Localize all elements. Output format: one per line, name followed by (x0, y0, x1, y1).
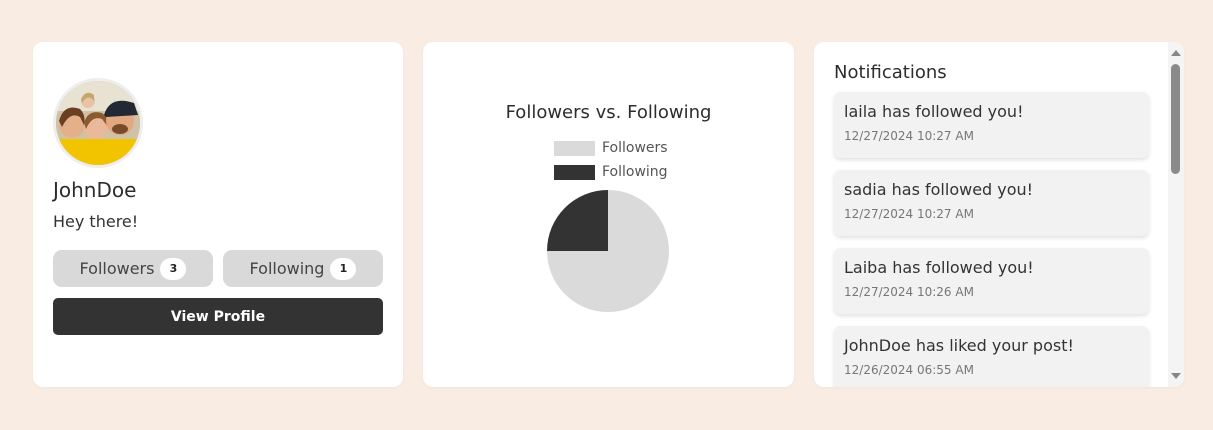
scroll-up-arrow-icon[interactable] (1171, 50, 1181, 56)
scrollbar-thumb[interactable] (1171, 64, 1180, 174)
notification-text: laila has followed you! (844, 102, 1024, 121)
legend-swatch-following (554, 164, 595, 180)
legend-label-following: Following (602, 164, 668, 180)
followers-label: Followers (79, 259, 155, 278)
legend-label-followers: Followers (602, 140, 668, 156)
legend-item-followers[interactable]: Followers (554, 140, 668, 156)
pie-chart (547, 190, 669, 312)
avatar[interactable] (53, 78, 143, 168)
chart-title: Followers vs. Following (505, 102, 712, 123)
following-count-badge: 1 (330, 257, 357, 280)
notification-item[interactable]: Laiba has followed you! 12/27/2024 10:26… (834, 248, 1149, 314)
notifications-heading: Notifications (834, 62, 947, 83)
notification-text: Laiba has followed you! (844, 258, 1034, 277)
followers-count-badge: 3 (160, 257, 187, 280)
avatar-photo-icon (56, 81, 140, 165)
notifications-scrollbar[interactable] (1168, 42, 1184, 387)
notification-text: JohnDoe has liked your post! (844, 336, 1074, 355)
notification-timestamp: 12/26/2024 06:55 AM (844, 363, 974, 377)
notifications-card: Notifications laila has followed you! 12… (814, 42, 1184, 387)
notification-timestamp: 12/27/2024 10:27 AM (844, 207, 974, 221)
legend-item-following[interactable]: Following (554, 164, 668, 180)
following-label: Following (249, 259, 325, 278)
profile-card: JohnDoe Hey there! Followers 3 Following… (33, 42, 403, 387)
notifications-list: laila has followed you! 12/27/2024 10:27… (834, 92, 1149, 387)
followers-button[interactable]: Followers 3 (53, 250, 213, 287)
bio-text: Hey there! (53, 212, 139, 231)
legend-swatch-followers (554, 140, 595, 156)
notification-timestamp: 12/27/2024 10:26 AM (844, 285, 974, 299)
notification-timestamp: 12/27/2024 10:27 AM (844, 129, 974, 143)
notification-item[interactable]: sadia has followed you! 12/27/2024 10:27… (834, 170, 1149, 236)
notification-text: sadia has followed you! (844, 180, 1034, 199)
notification-item[interactable]: JohnDoe has liked your post! 12/26/2024 … (834, 326, 1149, 387)
following-button[interactable]: Following 1 (223, 250, 383, 287)
scroll-down-arrow-icon[interactable] (1171, 373, 1181, 379)
view-profile-button[interactable]: View Profile (53, 298, 383, 335)
notification-item[interactable]: laila has followed you! 12/27/2024 10:27… (834, 92, 1149, 158)
username: JohnDoe (53, 178, 137, 202)
pie-slice-following[interactable] (547, 190, 608, 251)
chart-card: Followers vs. Following Followers Follow… (423, 42, 794, 387)
